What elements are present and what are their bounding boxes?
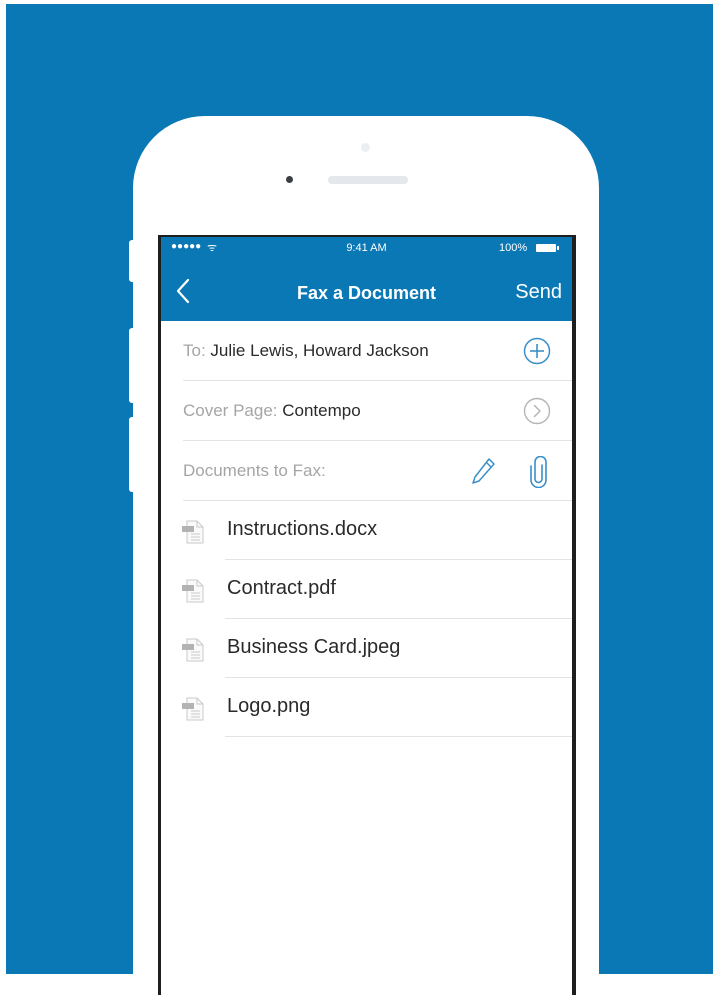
document-icon — [182, 697, 204, 721]
document-name: Business Card.jpeg — [227, 636, 401, 658]
cover-page-select-button[interactable] — [523, 397, 551, 430]
attach-document-button[interactable] — [529, 455, 549, 493]
phone-camera — [361, 143, 370, 152]
add-circle-icon — [523, 337, 551, 365]
cover-page-label: Cover Page: — [183, 401, 278, 420]
phone-speaker — [328, 176, 408, 184]
documents-header-row: Documents to Fax: — [183, 441, 572, 501]
document-icon — [182, 520, 204, 544]
recipients-field[interactable]: To: Julie Lewis, Howard Jackson — [183, 341, 429, 361]
edit-documents-button[interactable] — [469, 456, 497, 491]
cover-page-field[interactable]: Cover Page: Contempo — [183, 401, 361, 421]
cover-page-value: Contempo — [282, 401, 361, 420]
cover-page-row[interactable]: Cover Page: Contempo — [183, 381, 572, 441]
document-icon — [182, 638, 204, 662]
list-item[interactable]: Logo.png — [161, 678, 572, 737]
pencil-icon — [472, 458, 495, 484]
add-recipient-button[interactable] — [523, 337, 551, 370]
paperclip-icon — [530, 455, 547, 489]
chevron-right-circle-icon — [523, 397, 551, 425]
documents-to-fax-label: Documents to Fax: — [183, 461, 326, 480]
divider — [225, 736, 572, 737]
list-item[interactable]: Business Card.jpeg — [161, 619, 572, 678]
document-name: Logo.png — [227, 695, 311, 717]
send-button[interactable]: Send — [515, 281, 562, 304]
navigation-bar: Fax a Document Send — [161, 259, 572, 321]
list-item[interactable]: Contract.pdf — [161, 560, 572, 619]
battery-icon — [536, 244, 559, 252]
page-title: Fax a Document — [296, 283, 437, 303]
document-icon — [182, 579, 204, 603]
battery-percentage: 100% — [499, 242, 528, 254]
recipients-value: Julie Lewis, Howard Jackson — [210, 341, 429, 360]
document-name: Instructions.docx — [227, 518, 378, 540]
document-name: Contract.pdf — [227, 577, 336, 599]
status-bar: ●●●●● ᯤ 9:41 AM 100% — [161, 237, 572, 259]
list-item[interactable]: Instructions.docx — [161, 501, 572, 560]
recipients-row[interactable]: To: Julie Lewis, Howard Jackson — [183, 321, 572, 381]
recipients-label: To: — [183, 341, 206, 360]
app-screen: ●●●●● ᯤ 9:41 AM 100% Fax a Document Send… — [161, 237, 572, 997]
phone-front-sensor — [286, 176, 293, 183]
phone-screen: ●●●●● ᯤ 9:41 AM 100% Fax a Document Send… — [158, 235, 576, 997]
